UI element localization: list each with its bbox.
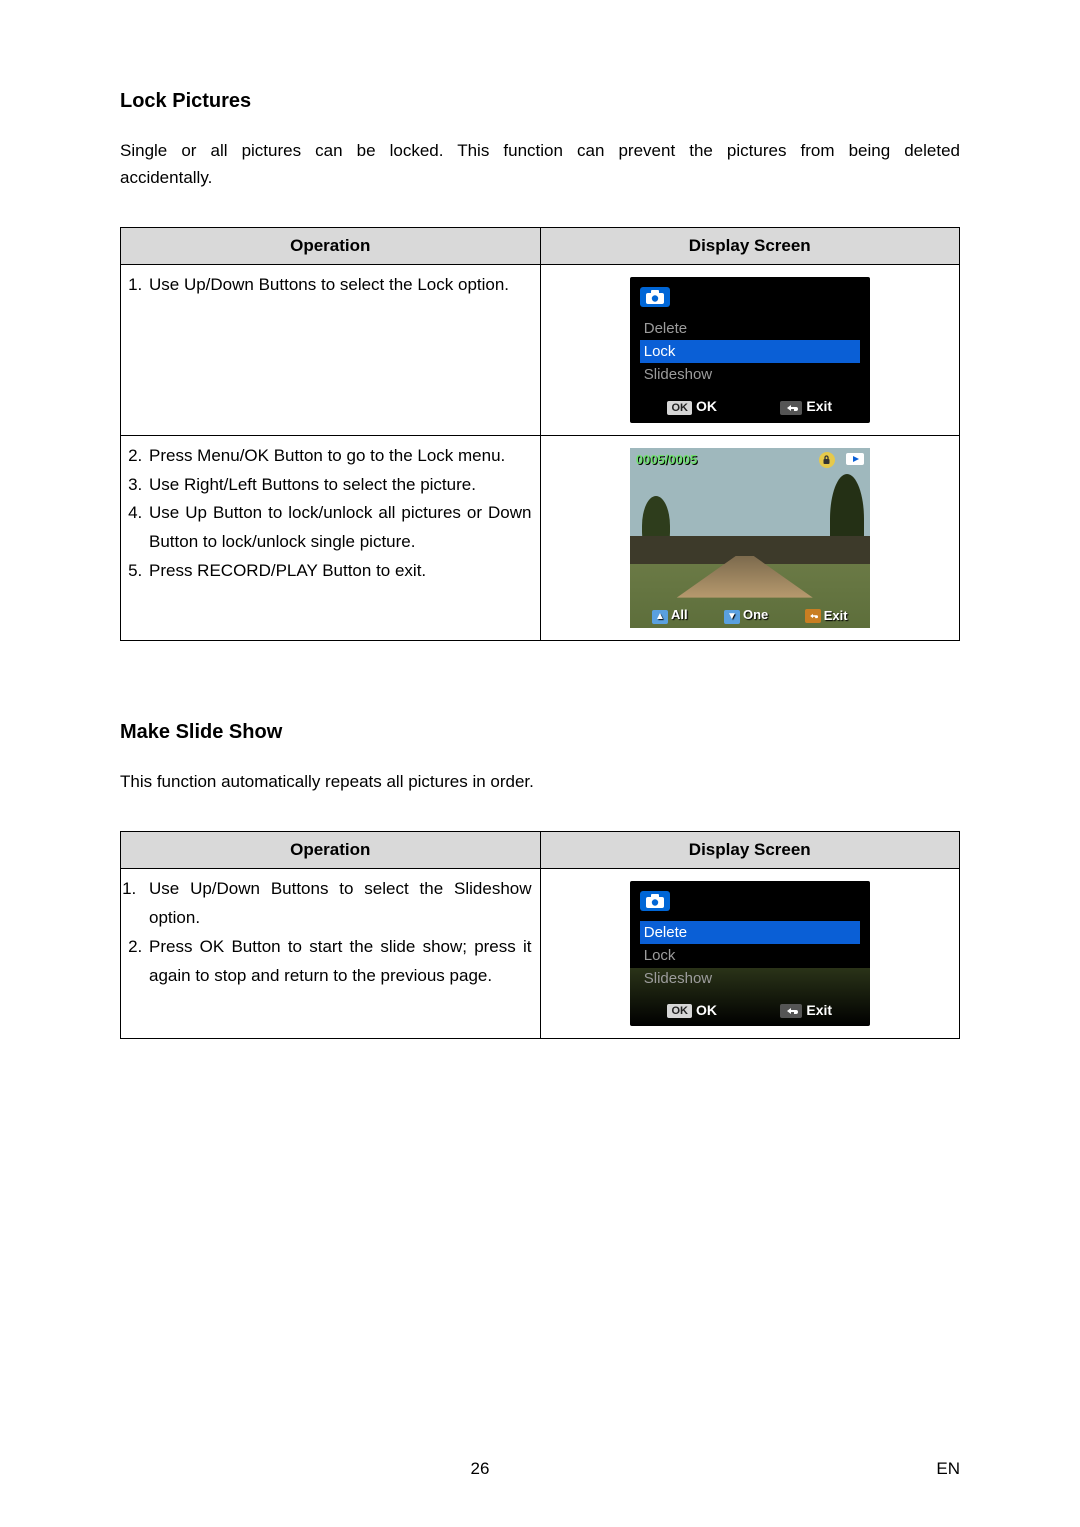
- footer-ok[interactable]: OKOK: [667, 398, 717, 414]
- photo-counter: 0005/0005: [636, 452, 697, 467]
- camera-menu-screen: Delete Lock Slideshow OKOK Exit: [630, 277, 870, 422]
- step: Press RECORD/PLAY Button to exit.: [147, 557, 532, 586]
- section-intro-slideshow: This function automatically repeats all …: [120, 768, 960, 795]
- camera-menu-list: Delete Lock Slideshow: [630, 919, 870, 996]
- camera-photo-screen: 0005/0005 ▲All ▼On: [630, 448, 870, 628]
- slideshow-table: Operation Display Screen Use Up/Down But…: [120, 831, 960, 1039]
- step: Use Up/Down Buttons to select the Slides…: [147, 875, 532, 933]
- footer-exit[interactable]: Exit: [805, 608, 848, 623]
- step: Use Up/Down Buttons to select the Lock o…: [147, 271, 532, 300]
- lock-table: Operation Display Screen Use Up/Down But…: [120, 227, 960, 640]
- up-icon: ▲: [652, 610, 668, 624]
- footer-one[interactable]: ▼One: [724, 607, 768, 624]
- operation-steps: Use Up/Down Buttons to select the Lock o…: [129, 271, 532, 300]
- down-icon: ▼: [724, 610, 740, 624]
- step: Press Menu/OK Button to go to the Lock m…: [147, 442, 532, 471]
- display-screen-cell: 0005/0005 ▲All ▼On: [540, 435, 960, 640]
- play-icon: [846, 453, 864, 465]
- table-row: Use Up/Down Buttons to select the Slides…: [121, 868, 541, 1038]
- camera-icon: [640, 287, 670, 307]
- section-title-slideshow: Make Slide Show: [120, 721, 960, 744]
- footer-all[interactable]: ▲All: [652, 607, 688, 624]
- ok-chip-icon: OK: [667, 1004, 692, 1018]
- page-number: 26: [0, 1459, 960, 1479]
- footer-ok[interactable]: OKOK: [667, 1002, 717, 1018]
- return-icon: [805, 609, 821, 623]
- step: Use Right/Left Buttons to select the pic…: [147, 471, 532, 500]
- col-header-display: Display Screen: [540, 228, 960, 265]
- return-icon: [780, 1004, 802, 1018]
- camera-menu-list: Delete Lock Slideshow: [630, 315, 870, 392]
- menu-item-delete[interactable]: Delete: [640, 317, 860, 340]
- page-footer: 26 EN: [0, 1459, 1080, 1479]
- col-header-operation: Operation: [121, 228, 541, 265]
- operation-steps: Use Up/Down Buttons to select the Slides…: [129, 875, 532, 991]
- section-title-lock: Lock Pictures: [120, 90, 960, 113]
- operation-steps: Press Menu/OK Button to go to the Lock m…: [129, 442, 532, 586]
- step: Use Up Button to lock/unlock all picture…: [147, 499, 532, 557]
- col-header-operation: Operation: [121, 831, 541, 868]
- footer-exit[interactable]: Exit: [780, 398, 832, 414]
- camera-menu-screen: Delete Lock Slideshow OKOK Exit: [630, 881, 870, 1026]
- step: Press OK Button to start the slide show;…: [147, 933, 532, 991]
- menu-item-delete[interactable]: Delete: [640, 921, 860, 944]
- section-intro-lock: Single or all pictures can be locked. Th…: [120, 137, 960, 191]
- menu-item-slideshow[interactable]: Slideshow: [640, 363, 860, 386]
- return-icon: [780, 401, 802, 415]
- ok-chip-icon: OK: [667, 401, 692, 415]
- menu-item-slideshow[interactable]: Slideshow: [640, 967, 860, 990]
- display-screen-cell: Delete Lock Slideshow OKOK Exit: [540, 868, 960, 1038]
- menu-item-lock[interactable]: Lock: [640, 340, 860, 363]
- table-row: Use Up/Down Buttons to select the Lock o…: [121, 265, 541, 435]
- menu-item-lock[interactable]: Lock: [640, 944, 860, 967]
- footer-exit[interactable]: Exit: [780, 1002, 832, 1018]
- col-header-display: Display Screen: [540, 831, 960, 868]
- lock-icon: [819, 452, 835, 468]
- camera-icon: [640, 891, 670, 911]
- page-language: EN: [936, 1459, 960, 1479]
- document-page: Lock Pictures Single or all pictures can…: [0, 0, 1080, 1527]
- table-row: Press Menu/OK Button to go to the Lock m…: [121, 435, 541, 640]
- display-screen-cell: Delete Lock Slideshow OKOK Exit: [540, 265, 960, 435]
